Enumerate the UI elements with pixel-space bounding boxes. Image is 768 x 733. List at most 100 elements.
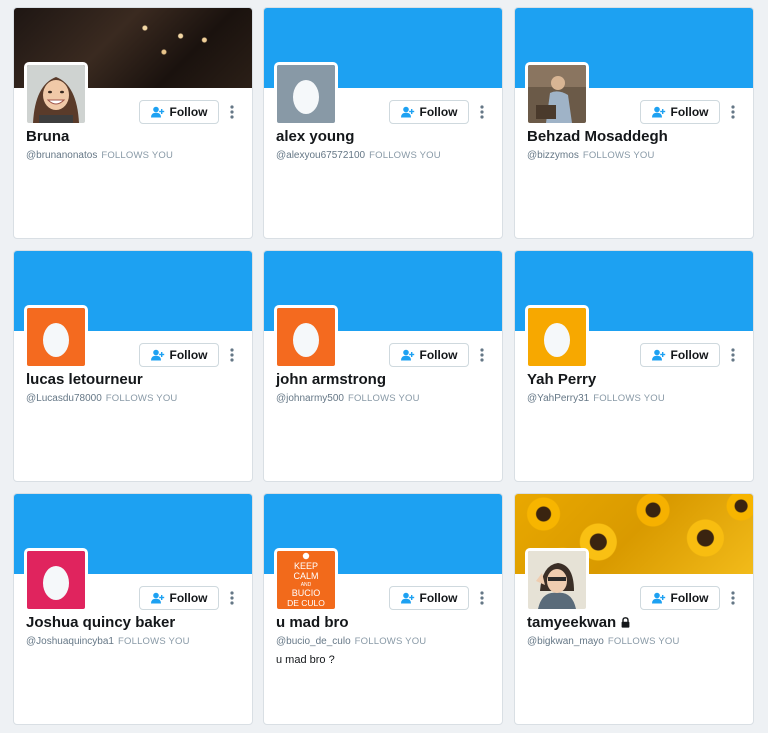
user-display-name[interactable]: alex young bbox=[276, 128, 354, 145]
more-options-button[interactable] bbox=[728, 590, 738, 606]
follow-button[interactable]: Follow bbox=[389, 586, 469, 610]
more-options-button[interactable] bbox=[227, 104, 237, 120]
more-options-button[interactable] bbox=[227, 347, 237, 363]
user-card[interactable]: Follow Behzad Mosaddegh @bizzymos FOLLOWS… bbox=[514, 7, 754, 239]
user-display-name[interactable]: Behzad Mosaddegh bbox=[527, 128, 668, 145]
more-options-button[interactable] bbox=[477, 104, 487, 120]
display-name-text: Behzad Mosaddegh bbox=[527, 128, 668, 145]
profile-avatar[interactable] bbox=[525, 305, 589, 369]
profile-avatar[interactable] bbox=[24, 305, 88, 369]
user-card[interactable]: Follow Joshua quincy baker @Joshuaquincy… bbox=[13, 493, 253, 725]
user-display-name[interactable]: Joshua quincy baker bbox=[26, 614, 175, 631]
poster-text-line: DE CULO bbox=[287, 598, 325, 608]
follow-button-label: Follow bbox=[419, 348, 458, 362]
display-name-text: u mad bro bbox=[276, 614, 349, 631]
follows-you-badge: FOLLOWS YOU bbox=[101, 150, 174, 161]
user-handle[interactable]: @brunanonatos bbox=[26, 150, 97, 161]
more-vertical-icon bbox=[731, 105, 735, 119]
user-meta: @Lucasdu78000 FOLLOWS YOU bbox=[26, 393, 178, 404]
user-meta: @Joshuaquincyba1 FOLLOWS YOU bbox=[26, 636, 190, 647]
add-user-icon bbox=[150, 349, 164, 361]
more-vertical-icon bbox=[731, 591, 735, 605]
user-display-name[interactable]: Bruna bbox=[26, 128, 69, 145]
more-vertical-icon bbox=[731, 348, 735, 362]
user-handle[interactable]: @bizzymos bbox=[527, 150, 579, 161]
user-handle[interactable]: @bucio_de_culo bbox=[276, 636, 351, 647]
display-name-text: Yah Perry bbox=[527, 371, 597, 388]
more-vertical-icon bbox=[230, 348, 234, 362]
follow-button[interactable]: Follow bbox=[139, 343, 219, 367]
poster-text-line: BUCIO bbox=[292, 588, 321, 598]
more-options-button[interactable] bbox=[227, 590, 237, 606]
follow-button[interactable]: Follow bbox=[139, 100, 219, 124]
follow-button[interactable]: Follow bbox=[640, 586, 720, 610]
follows-you-badge: FOLLOWS YOU bbox=[369, 150, 441, 161]
user-handle[interactable]: @johnarmy500 bbox=[276, 393, 344, 404]
follow-button-label: Follow bbox=[670, 105, 709, 119]
display-name-text: john armstrong bbox=[276, 371, 387, 388]
add-user-icon bbox=[651, 349, 665, 361]
more-options-button[interactable] bbox=[728, 104, 738, 120]
follow-button[interactable]: Follow bbox=[640, 343, 720, 367]
display-name-text: tamyeekwan bbox=[527, 614, 617, 631]
user-meta: @bizzymos FOLLOWS YOU bbox=[527, 150, 655, 161]
user-meta: @alexyou67572100 FOLLOWS YOU bbox=[276, 150, 441, 161]
user-display-name[interactable]: john armstrong bbox=[276, 371, 386, 388]
profile-avatar[interactable] bbox=[525, 62, 589, 126]
user-display-name[interactable]: Yah Perry bbox=[527, 371, 596, 388]
user-handle[interactable]: @alexyou67572100 bbox=[276, 150, 365, 161]
user-card[interactable]: Follow alex young @alexyou67572100 FOLLOW… bbox=[263, 7, 503, 239]
user-display-name[interactable]: u mad bro bbox=[276, 614, 349, 631]
add-user-icon bbox=[150, 592, 164, 604]
follow-button-label: Follow bbox=[419, 105, 458, 119]
follows-you-badge: FOLLOWS YOU bbox=[354, 636, 427, 647]
add-user-icon bbox=[651, 592, 665, 604]
follow-button-label: Follow bbox=[419, 591, 458, 605]
more-options-button[interactable] bbox=[477, 347, 487, 363]
follow-button-label: Follow bbox=[670, 348, 709, 362]
follow-button[interactable]: Follow bbox=[389, 343, 469, 367]
profile-avatar[interactable]: KEEP CALM AND BUCIO DE CULO bbox=[274, 548, 338, 612]
profile-avatar[interactable] bbox=[24, 548, 88, 612]
follows-you-badge: FOLLOWS YOU bbox=[593, 393, 665, 404]
user-card[interactable]: Follow tamyeekwan @bigkwan_mayo FOLLOWS Y… bbox=[514, 493, 754, 725]
user-handle[interactable]: @Joshuaquincyba1 bbox=[26, 636, 114, 647]
add-user-icon bbox=[400, 349, 414, 361]
lock-icon bbox=[621, 617, 630, 628]
follow-button[interactable]: Follow bbox=[139, 586, 219, 610]
follow-button[interactable]: Follow bbox=[389, 100, 469, 124]
user-handle[interactable]: @Lucasdu78000 bbox=[26, 393, 102, 404]
user-handle[interactable]: @bigkwan_mayo bbox=[527, 636, 604, 647]
more-vertical-icon bbox=[480, 591, 484, 605]
more-vertical-icon bbox=[230, 105, 234, 119]
follower-grid: Follow Bruna @brunanonatos FOLLOWS YOU Fo… bbox=[0, 0, 768, 733]
user-card[interactable]: KEEP CALM AND BUCIO DE CULO Follow u mad… bbox=[263, 493, 503, 725]
more-options-button[interactable] bbox=[728, 347, 738, 363]
add-user-icon bbox=[651, 106, 665, 118]
user-card[interactable]: Follow john armstrong @johnarmy500 FOLLOW… bbox=[263, 250, 503, 482]
follow-button-label: Follow bbox=[169, 105, 208, 119]
add-user-icon bbox=[400, 106, 414, 118]
follows-you-badge: FOLLOWS YOU bbox=[582, 150, 655, 161]
user-handle[interactable]: @YahPerry31 bbox=[527, 393, 589, 404]
poster-text-line: CALM bbox=[293, 571, 318, 581]
user-display-name[interactable]: tamyeekwan bbox=[527, 614, 630, 631]
user-card[interactable]: Follow Bruna @brunanonatos FOLLOWS YOU bbox=[13, 7, 253, 239]
profile-avatar[interactable] bbox=[274, 62, 338, 126]
more-vertical-icon bbox=[480, 105, 484, 119]
user-card[interactable]: Follow Yah Perry @YahPerry31 FOLLOWS YOU bbox=[514, 250, 754, 482]
user-display-name[interactable]: lucas letourneur bbox=[26, 371, 143, 388]
profile-avatar[interactable] bbox=[274, 305, 338, 369]
profile-avatar[interactable] bbox=[525, 548, 589, 612]
follow-button[interactable]: Follow bbox=[640, 100, 720, 124]
more-vertical-icon bbox=[230, 591, 234, 605]
display-name-text: alex young bbox=[276, 128, 355, 145]
profile-avatar[interactable] bbox=[24, 62, 88, 126]
user-meta: @bigkwan_mayo FOLLOWS YOU bbox=[527, 636, 680, 647]
add-user-icon bbox=[150, 106, 164, 118]
user-meta: @brunanonatos FOLLOWS YOU bbox=[26, 150, 173, 161]
add-user-icon bbox=[400, 592, 414, 604]
follows-you-badge: FOLLOWS YOU bbox=[607, 636, 680, 647]
more-options-button[interactable] bbox=[477, 590, 487, 606]
user-card[interactable]: Follow lucas letourneur @Lucasdu78000 FOL… bbox=[13, 250, 253, 482]
